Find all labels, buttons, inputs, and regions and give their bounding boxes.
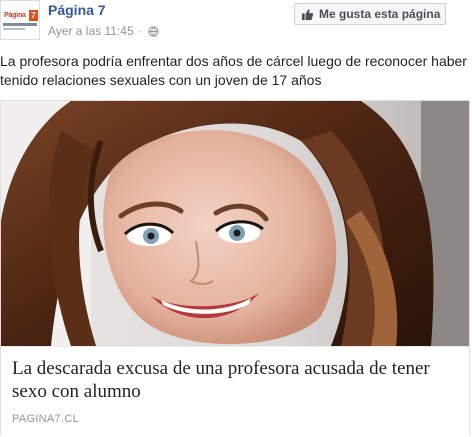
link-domain: PAGINA7.CL	[12, 413, 79, 425]
globe-icon	[147, 25, 159, 37]
like-page-button[interactable]: Me gusta esta página	[294, 3, 446, 25]
avatar-logo-text: Página	[4, 12, 26, 19]
post-timestamp[interactable]: Ayer a las 11:45	[48, 24, 134, 38]
avatar-logo-stripe-secondary	[3, 28, 25, 30]
facebook-post: Página 7 Página 7 Ayer a las 11:45 · Me …	[0, 0, 472, 437]
post-meta: Ayer a las 11:45 ·	[48, 24, 159, 38]
thumbs-up-icon	[301, 8, 314, 20]
page-name-link[interactable]: Página 7	[48, 2, 106, 18]
avatar-logo-mark: 7	[29, 10, 38, 21]
link-title[interactable]: La descarada excusa de una profesora acu…	[12, 357, 460, 403]
selfie-photo	[1, 101, 469, 346]
meta-separator: ·	[138, 24, 143, 38]
link-preview-text[interactable]: La descarada excusa de una profesora acu…	[1, 346, 469, 437]
post-caption: La profesora podría enfrentar dos años d…	[0, 53, 467, 88]
like-page-label: Me gusta esta página	[319, 7, 441, 21]
avatar-logo-stripe	[3, 23, 37, 26]
link-preview-image[interactable]	[1, 101, 469, 346]
link-preview-card[interactable]: La descarada excusa de una profesora acu…	[0, 100, 470, 437]
page-avatar[interactable]: Página 7	[0, 0, 40, 40]
